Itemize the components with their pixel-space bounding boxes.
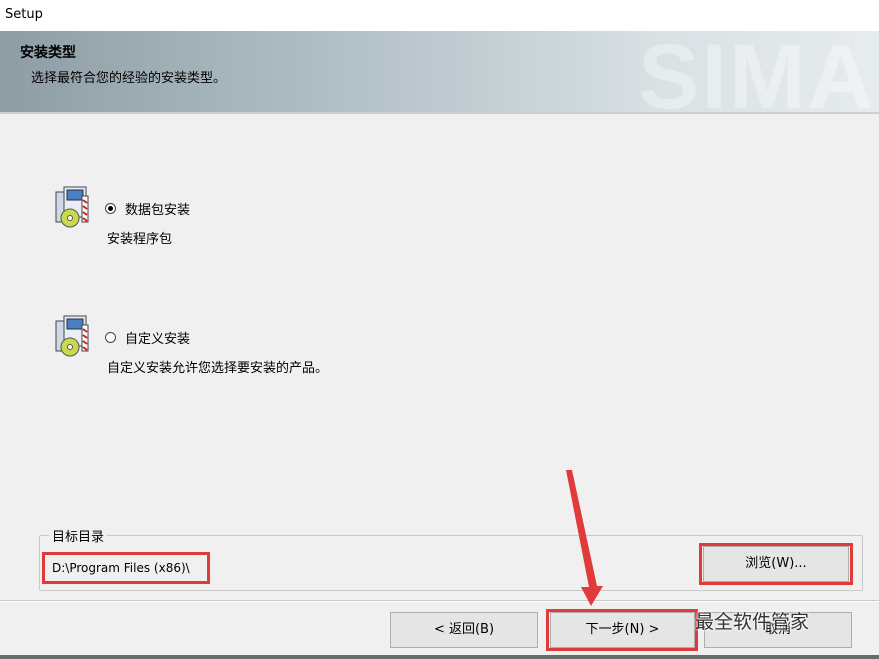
- title-bar: Setup: [0, 0, 879, 32]
- back-button[interactable]: < 返回(B): [390, 612, 538, 648]
- bottom-edge: [0, 655, 879, 659]
- custom-install-description: 自定义安装允许您选择要安装的产品。: [107, 361, 329, 376]
- package-install-description: 安装程序包: [107, 232, 173, 247]
- custom-install-icon: [55, 315, 89, 357]
- package-install-label[interactable]: 数据包安装: [125, 199, 190, 218]
- package-install-radio[interactable]: [105, 203, 116, 214]
- brand-watermark: SIMA: [638, 31, 876, 114]
- window-title: Setup: [5, 7, 43, 22]
- package-install-icon: [55, 186, 89, 228]
- next-highlight: [546, 609, 698, 651]
- footer-separator-light: [0, 601, 879, 602]
- custom-install-radio[interactable]: [105, 332, 116, 343]
- header-banner: SIMA 安装类型 选择最符合您的经验的安装类型。: [0, 31, 879, 114]
- page-title: 安装类型: [20, 45, 76, 61]
- page-subtitle: 选择最符合您的经验的安装类型。: [31, 71, 227, 86]
- install-path-text: D:\Program Files (x86)\: [52, 561, 190, 575]
- target-directory-label: 目标目录: [49, 526, 108, 545]
- custom-install-label[interactable]: 自定义安装: [125, 328, 190, 347]
- browse-highlight: [699, 543, 853, 585]
- overlay-watermark: 最全软件管家: [695, 611, 810, 633]
